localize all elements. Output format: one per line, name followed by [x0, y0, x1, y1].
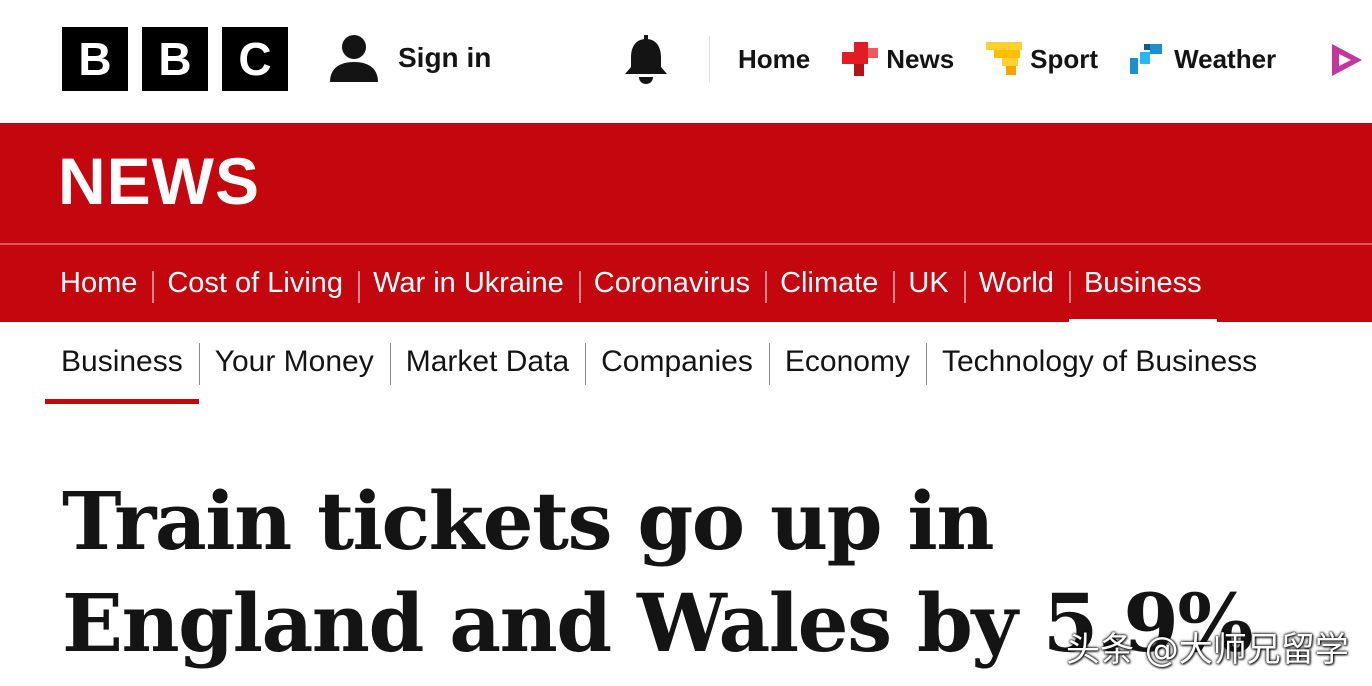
top-nav-label: Home: [738, 43, 811, 74]
sub-nav-technology-of-business[interactable]: Technology of Business: [925, 343, 1273, 385]
notifications-bell-icon[interactable]: [620, 33, 672, 85]
top-bar: B B C Sign in Home News Sport Weather: [0, 0, 1372, 123]
sport-icon: [986, 42, 1023, 75]
bbc-logo-block: B: [62, 27, 128, 91]
sign-in-button[interactable]: Sign in: [328, 32, 491, 84]
iplayer-icon[interactable]: [1326, 40, 1366, 80]
sub-nav-economy[interactable]: Economy: [768, 343, 926, 385]
sub-nav-market-data[interactable]: Market Data: [389, 343, 585, 385]
sub-nav-business[interactable]: Business: [45, 345, 199, 404]
news-masthead: NEWS Home Cost of Living War in Ukraine …: [0, 123, 1372, 324]
top-nav-label: Sport: [1030, 43, 1099, 74]
top-nav-label: News: [886, 43, 955, 74]
top-nav: Home News Sport Weather: [738, 32, 1308, 86]
sub-nav: Business Your Money Market Data Companie…: [0, 322, 1372, 404]
main-nav-war-in-ukraine[interactable]: War in Ukraine: [358, 267, 579, 303]
watermark: 头条 @大师兄留学: [1066, 630, 1349, 670]
news-logo-title[interactable]: NEWS: [58, 143, 260, 219]
bbc-logo-block: B: [142, 27, 208, 91]
top-nav-label: Weather: [1174, 43, 1277, 74]
top-nav-news[interactable]: News: [842, 42, 954, 76]
bbc-logo[interactable]: B B C: [62, 27, 288, 91]
sub-nav-companies[interactable]: Companies: [585, 343, 769, 385]
main-nav-home[interactable]: Home: [45, 267, 152, 300]
top-nav-sport[interactable]: Sport: [986, 42, 1098, 76]
bbc-logo-block: C: [222, 27, 288, 91]
main-nav-uk[interactable]: UK: [893, 267, 963, 303]
main-nav-climate[interactable]: Climate: [765, 267, 893, 303]
main-nav-world[interactable]: World: [963, 267, 1069, 303]
news-icon: [842, 42, 879, 76]
top-nav-weather[interactable]: Weather: [1130, 42, 1276, 76]
user-icon: [330, 35, 378, 82]
sign-in-label: Sign in: [398, 42, 492, 73]
main-nav: Home Cost of Living War in Ukraine Coron…: [0, 245, 1372, 324]
divider: [709, 36, 710, 82]
main-nav-coronavirus[interactable]: Coronavirus: [578, 267, 765, 303]
weather-icon: [1130, 44, 1163, 74]
sub-nav-your-money[interactable]: Your Money: [198, 343, 390, 385]
main-nav-cost-of-living[interactable]: Cost of Living: [152, 267, 358, 303]
main-nav-business[interactable]: Business: [1068, 267, 1217, 324]
top-nav-home[interactable]: Home: [738, 44, 810, 75]
